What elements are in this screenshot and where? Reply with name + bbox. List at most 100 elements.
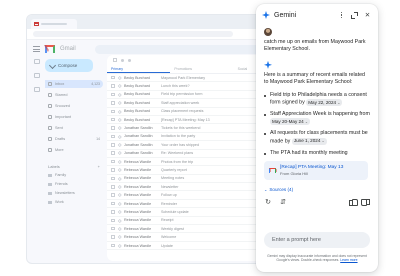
address-bar[interactable] bbox=[33, 31, 233, 37]
star-icon[interactable] bbox=[117, 193, 121, 197]
meet-rail-icon[interactable] bbox=[34, 87, 40, 92]
star-icon[interactable] bbox=[117, 243, 121, 248]
row-checkbox[interactable] bbox=[111, 210, 115, 214]
row-checkbox[interactable] bbox=[111, 92, 115, 97]
sidebar-item-label: Important bbox=[55, 115, 72, 119]
email-sender: Rebecca Wardle bbox=[124, 167, 152, 172]
labels-heading: Labels + bbox=[45, 164, 103, 169]
label-icon bbox=[48, 182, 52, 186]
browser-tab[interactable] bbox=[31, 19, 77, 29]
sidebar-item-label: Sent bbox=[55, 126, 63, 130]
folder-icon bbox=[48, 126, 52, 130]
add-label-icon[interactable]: + bbox=[98, 164, 100, 169]
more-options-icon[interactable] bbox=[128, 58, 131, 62]
row-checkbox[interactable] bbox=[111, 84, 115, 88]
row-checkbox[interactable] bbox=[111, 151, 115, 155]
row-checkbox[interactable] bbox=[111, 126, 115, 130]
row-checkbox[interactable] bbox=[111, 201, 115, 206]
label-item[interactable]: Friends bbox=[48, 182, 103, 186]
star-icon[interactable] bbox=[117, 201, 121, 206]
date-chip[interactable]: May 20-May 24 ⌄ bbox=[270, 118, 310, 126]
row-checkbox[interactable] bbox=[111, 143, 115, 147]
star-icon[interactable] bbox=[117, 126, 121, 130]
gemini-sparkle-icon bbox=[262, 11, 270, 19]
label-item[interactable]: Newsletters bbox=[48, 191, 103, 195]
label-item[interactable]: Work bbox=[48, 200, 103, 204]
label-item[interactable]: Family bbox=[48, 173, 103, 177]
thumbs-down-icon[interactable] bbox=[363, 199, 370, 206]
row-checkbox[interactable] bbox=[111, 193, 115, 197]
date-chip-label: May 22, 2024 bbox=[308, 99, 337, 105]
sidebar-item-label: Drafts bbox=[55, 137, 66, 141]
star-icon[interactable] bbox=[117, 159, 121, 164]
sidebar-item-sent[interactable]: Sent bbox=[45, 124, 103, 132]
star-icon[interactable] bbox=[117, 185, 121, 189]
date-chip[interactable]: June 1, 2024 ⌄ bbox=[291, 137, 327, 145]
label-icon bbox=[48, 191, 52, 195]
row-checkbox[interactable] bbox=[111, 168, 115, 172]
sources-toggle[interactable]: ⌄ Sources (4) bbox=[264, 187, 370, 192]
row-checkbox[interactable] bbox=[111, 176, 115, 181]
row-checkbox[interactable] bbox=[111, 159, 115, 164]
star-icon[interactable] bbox=[117, 226, 121, 231]
expand-icon[interactable] bbox=[350, 11, 359, 20]
menu-icon[interactable] bbox=[33, 46, 40, 52]
row-checkbox[interactable] bbox=[111, 134, 115, 139]
star-icon[interactable] bbox=[117, 117, 121, 122]
sidebar-item-more[interactable]: More bbox=[45, 146, 103, 154]
sidebar-item-drafts[interactable]: Drafts 14 bbox=[45, 135, 103, 143]
star-icon[interactable] bbox=[117, 218, 121, 223]
thumbs-up-icon[interactable] bbox=[349, 199, 358, 207]
star-icon[interactable] bbox=[117, 168, 121, 172]
pencil-icon bbox=[48, 61, 57, 70]
date-chip-label: June 1, 2024 bbox=[293, 138, 321, 144]
tab-primary[interactable]: Primary bbox=[107, 65, 171, 73]
star-icon[interactable] bbox=[117, 235, 121, 239]
learn-more-link[interactable]: Learn more bbox=[340, 258, 357, 262]
mail-rail-icon[interactable] bbox=[34, 59, 40, 64]
star-icon[interactable] bbox=[117, 101, 121, 105]
star-icon[interactable] bbox=[117, 84, 121, 88]
close-icon[interactable]: ✕ bbox=[363, 11, 372, 20]
star-icon[interactable] bbox=[117, 109, 121, 113]
email-source-card[interactable]: [Recap] PTA Meeting: May 13 From Gloria … bbox=[264, 160, 368, 180]
row-checkbox[interactable] bbox=[111, 243, 115, 248]
star-icon[interactable] bbox=[117, 134, 121, 139]
label-name: Newsletters bbox=[55, 191, 75, 195]
compose-button[interactable]: Compose bbox=[45, 59, 93, 72]
sidebar-item-label: More bbox=[55, 148, 64, 152]
row-checkbox[interactable] bbox=[111, 75, 115, 80]
email-sender: Jonathan Sandlin bbox=[124, 134, 153, 139]
email-sender: Rebecca Wardle bbox=[124, 243, 152, 248]
star-icon[interactable] bbox=[117, 92, 121, 97]
star-icon[interactable] bbox=[117, 210, 121, 214]
gemini-panel: Gemini ✕ catch me up on emails from Mayw… bbox=[256, 4, 378, 272]
sidebar-item-snoozed[interactable]: Snoozed bbox=[45, 102, 103, 110]
star-icon[interactable] bbox=[117, 75, 121, 80]
star-icon[interactable] bbox=[117, 151, 121, 155]
sidebar-item-inbox[interactable]: Inbox 4,123 bbox=[45, 80, 103, 88]
chat-rail-icon[interactable] bbox=[34, 73, 40, 78]
select-all-checkbox[interactable] bbox=[113, 58, 117, 62]
star-icon[interactable] bbox=[117, 143, 121, 147]
row-checkbox[interactable] bbox=[111, 117, 115, 122]
star-icon[interactable] bbox=[117, 176, 121, 181]
date-chip[interactable]: May 22, 2024 ⌄ bbox=[306, 99, 343, 107]
sidebar-item-starred[interactable]: Starred bbox=[45, 91, 103, 99]
modify-response-icon[interactable]: ⇵ bbox=[279, 199, 287, 207]
email-sender: Rebecca Wardle bbox=[124, 184, 152, 189]
refresh-icon[interactable] bbox=[121, 58, 124, 62]
row-checkbox[interactable] bbox=[111, 218, 115, 223]
row-checkbox[interactable] bbox=[111, 109, 115, 113]
row-checkbox[interactable] bbox=[111, 185, 115, 189]
tab-promotions[interactable]: Promotions bbox=[170, 65, 233, 73]
disclaimer: Gemini may display inaccurate informatio… bbox=[264, 254, 370, 263]
sidebar-item-important[interactable]: Important bbox=[45, 113, 103, 121]
prompt-input[interactable] bbox=[264, 232, 370, 248]
folder-icon bbox=[48, 137, 52, 141]
row-checkbox[interactable] bbox=[111, 101, 115, 105]
more-vert-icon[interactable] bbox=[337, 11, 346, 19]
regenerate-icon[interactable]: ↻ bbox=[264, 199, 272, 207]
row-checkbox[interactable] bbox=[111, 235, 115, 239]
row-checkbox[interactable] bbox=[111, 226, 115, 231]
